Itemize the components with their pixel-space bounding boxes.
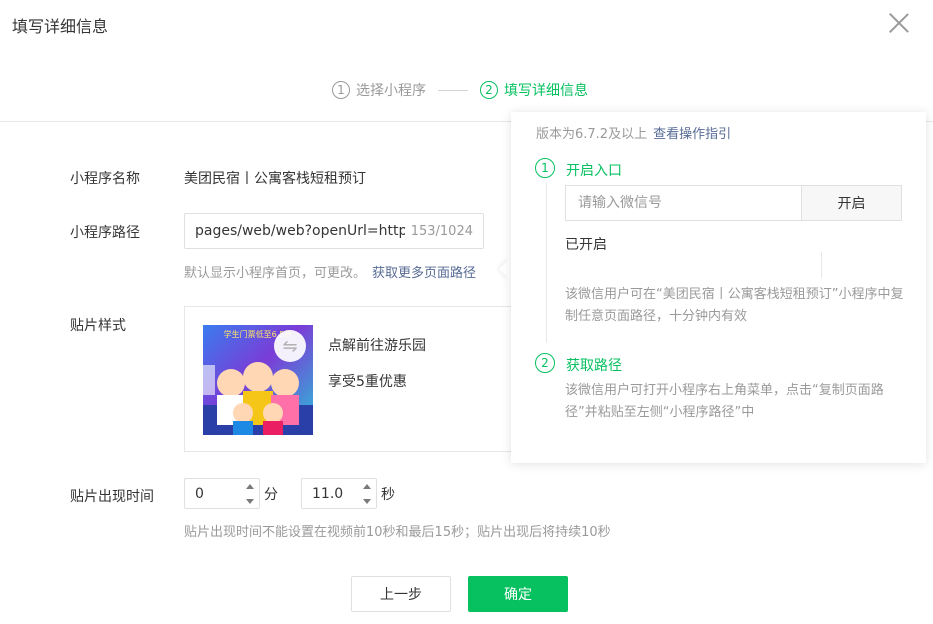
minutes-unit: 分 <box>264 487 278 503</box>
close-icon[interactable] <box>886 10 912 36</box>
step-2-number: 2 <box>480 81 498 99</box>
card-preview: 学生门票低至6.5折 点解前往游乐园 享受5重优惠 <box>184 306 524 452</box>
step-indicator: 1 选择小程序 2 填写详细信息 <box>332 80 588 100</box>
time-hint: 贴片出现时间不能设置在视频前10秒和最后15秒；贴片出现后将持续10秒 <box>184 525 611 540</box>
path-value: pages/web/web?openUrl=https% <box>195 223 405 239</box>
step-1-number: 1 <box>332 81 350 99</box>
minutes-value: 0 <box>195 485 204 502</box>
seconds-unit: 秒 <box>381 487 395 503</box>
path-hint: 默认显示小程序首页，可更改。 获取更多页面路径 <box>184 262 476 281</box>
minutes-arrows <box>245 484 255 504</box>
popover-step-2-title: 获取路径 <box>566 358 622 374</box>
prev-button[interactable]: 上一步 <box>351 576 451 612</box>
path-input[interactable]: pages/web/web?openUrl=https% 153/1024 <box>184 213 484 249</box>
card-style-label: 贴片样式 <box>70 318 126 334</box>
guide-link[interactable]: 查看操作指引 <box>653 127 731 142</box>
seconds-arrows <box>362 484 372 504</box>
wechat-input-group: 开启 <box>565 185 902 221</box>
version-note: 版本为6.7.2及以上 查看操作指引 <box>536 123 731 142</box>
seconds-up-icon[interactable] <box>363 484 371 489</box>
seconds-stepper[interactable]: 11.0 <box>301 478 377 509</box>
minutes-stepper[interactable]: 0 <box>184 478 260 509</box>
step-connector <box>438 89 468 91</box>
swap-icon[interactable]: ⇋ <box>274 330 306 362</box>
card-title: 点解前往游乐园 <box>328 338 426 354</box>
confirm-button[interactable]: 确定 <box>468 576 568 612</box>
card-subtitle: 享受5重优惠 <box>328 374 407 390</box>
minutes-down-icon[interactable] <box>246 499 254 504</box>
path-label: 小程序路径 <box>70 225 140 241</box>
popover-step-2-number: 2 <box>535 353 555 373</box>
popover-step-line <box>546 183 547 343</box>
step-2: 2 填写详细信息 <box>480 80 588 100</box>
version-text: 版本为6.7.2及以上 <box>536 127 648 142</box>
step-2-label: 填写详细信息 <box>504 83 588 99</box>
popover-step-1-title: 开启入口 <box>566 163 622 179</box>
seconds-value: 11.0 <box>312 485 344 502</box>
wechat-id-input[interactable] <box>566 186 801 220</box>
more-paths-link[interactable]: 获取更多页面路径 <box>372 266 476 281</box>
time-label: 贴片出现时间 <box>70 489 154 505</box>
dialog-title: 填写详细信息 <box>12 17 109 36</box>
name-value: 美团民宿丨公寓客栈短租预订 <box>184 171 366 187</box>
popover-divider <box>821 252 822 278</box>
step-1-description: 该微信用户可在“美团民宿丨公寓客栈短租预订”小程序中复制任意页面路径，十分钟内有… <box>565 287 904 324</box>
path-hint-text: 默认显示小程序首页，可更改。 <box>184 266 367 281</box>
step-1-label: 选择小程序 <box>356 83 426 99</box>
enabled-status: 已开启 <box>565 237 607 253</box>
name-label: 小程序名称 <box>70 171 140 187</box>
step-2-description: 该微信用户可打开小程序右上角菜单，点击“复制页面路径”并粘贴至左侧“小程序路径”… <box>565 383 884 420</box>
seconds-down-icon[interactable] <box>363 499 371 504</box>
open-entry-button[interactable]: 开启 <box>801 186 901 220</box>
minutes-up-icon[interactable] <box>246 484 254 489</box>
popover-step-1-number: 1 <box>535 158 555 178</box>
path-counter: 153/1024 <box>410 223 473 239</box>
path-help-popover: 版本为6.7.2及以上查看操作指引 1 开启入口 开启 已开启 该微信用户可在“… <box>511 112 926 463</box>
step-1: 1 选择小程序 <box>332 80 426 100</box>
